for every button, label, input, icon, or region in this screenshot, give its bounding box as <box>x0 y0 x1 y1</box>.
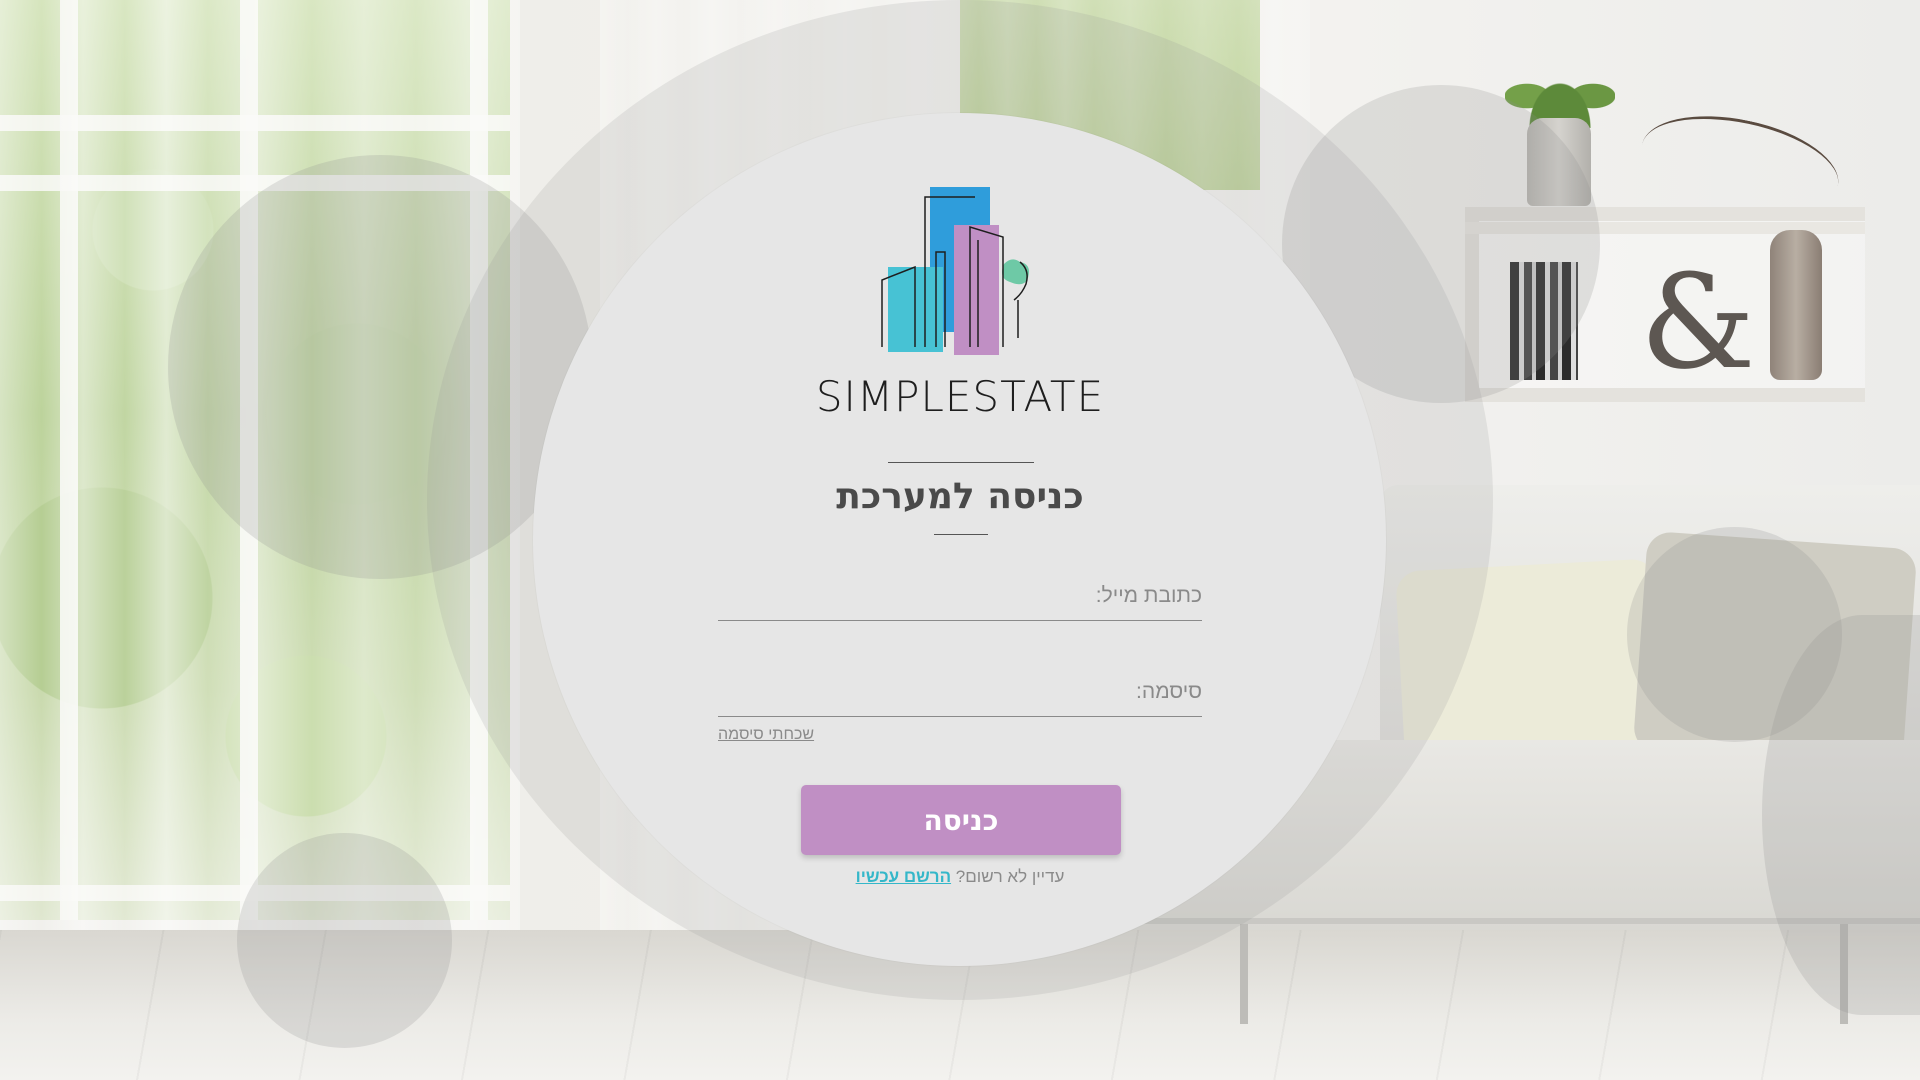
title-divider-bottom <box>934 534 988 535</box>
register-row: עדיין לא רשום? הרשם עכשיו <box>760 867 1160 887</box>
decor-circle <box>168 155 592 579</box>
sofa-leg <box>1240 924 1248 1024</box>
buildings-logo-icon <box>881 187 1029 355</box>
email-field[interactable]: כתובת מייל: <box>718 575 1202 621</box>
ampersand-decor: & <box>1640 246 1756 398</box>
not-registered-text: עדיין לא רשום? <box>955 867 1065 886</box>
vase-decor <box>1770 230 1822 380</box>
decor-circle <box>237 833 452 1048</box>
register-now-link[interactable]: הרשם עכשיו <box>856 867 951 886</box>
password-label: סיסמה: <box>1136 680 1202 703</box>
email-input[interactable] <box>718 575 1112 620</box>
page-title: כניסה למערכת <box>836 476 1084 517</box>
login-button[interactable]: כניסה <box>801 785 1121 855</box>
title-divider-top <box>888 462 1034 463</box>
forgot-password-link[interactable]: שכחתי סיסמה <box>718 726 814 744</box>
password-field[interactable]: סיסמה: <box>718 671 1202 717</box>
brand-name: SIMPLESTATE <box>815 372 1105 421</box>
password-input[interactable] <box>718 671 1112 716</box>
